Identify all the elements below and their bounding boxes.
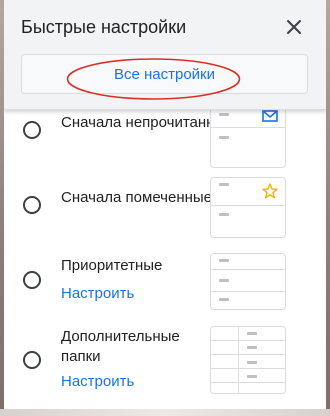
preview-divider: [211, 368, 285, 369]
preview-divider: [211, 354, 285, 355]
preview-line: [219, 298, 229, 301]
preview-divider: [211, 340, 285, 341]
preview-divider: [211, 291, 285, 292]
close-icon: [287, 20, 301, 34]
layout-preview-priority: [210, 253, 286, 310]
preview-line: [219, 259, 229, 262]
preview-line: [247, 332, 257, 335]
preview-line: [247, 375, 257, 378]
radio-unread-first[interactable]: [23, 121, 41, 139]
configure-multiple-inboxes-link[interactable]: Настроить: [61, 373, 134, 390]
preview-line: [219, 136, 229, 139]
star-icon: [262, 183, 278, 199]
configure-priority-link[interactable]: Настроить: [61, 285, 134, 302]
all-settings-button[interactable]: Все настройки: [21, 54, 308, 94]
radio-priority[interactable]: [23, 271, 41, 289]
preview-line: [219, 113, 229, 116]
option-label: Сначала непрочитанные: [61, 114, 234, 131]
quick-settings-header: Быстрые настройки Все настройки: [4, 0, 326, 110]
preview-line: [247, 361, 257, 364]
option-label: Дополнительные папки: [61, 328, 180, 365]
option-label: Сначала помеченные: [61, 189, 213, 206]
preview-line: [247, 346, 257, 349]
layout-preview-unread: [210, 107, 286, 168]
envelope-icon: [262, 110, 278, 122]
preview-divider: [211, 205, 285, 206]
preview-line: [219, 183, 229, 186]
layout-preview-multiple: [210, 326, 286, 394]
radio-starred-first[interactable]: [23, 196, 41, 214]
option-multiple-inboxes[interactable]: Дополнительные папки Настроить: [4, 326, 326, 408]
preview-line: [219, 213, 229, 216]
close-button[interactable]: [283, 16, 305, 38]
radio-multiple-inboxes[interactable]: [23, 351, 41, 369]
preview-divider: [211, 382, 285, 383]
preview-column-divider: [238, 327, 239, 393]
option-priority[interactable]: Приоритетные Настроить: [4, 253, 326, 336]
bottom-background-strip: [0, 409, 330, 416]
quick-settings-panel: Быстрые настройки Все настройки Сначала …: [4, 0, 326, 416]
preview-line: [219, 279, 229, 282]
panel-title: Быстрые настройки: [21, 17, 187, 37]
preview-divider: [211, 127, 285, 128]
option-label: Приоритетные: [61, 257, 163, 274]
preview-divider: [211, 269, 285, 270]
layout-preview-starred: [210, 177, 286, 238]
